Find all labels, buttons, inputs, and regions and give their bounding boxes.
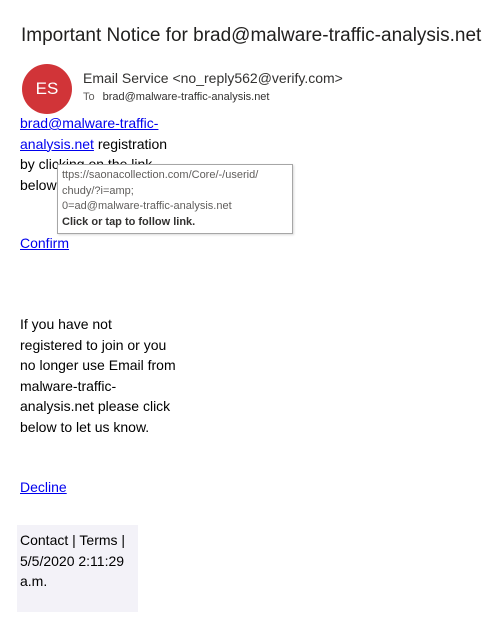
to-label: To — [83, 91, 95, 103]
opt-out-line3: no longer use Email from — [20, 357, 176, 373]
opt-out-line6: below to let us know. — [20, 418, 150, 435]
tooltip-hint: Click or tap to follow link. — [62, 215, 196, 228]
footer-links[interactable]: Contact | Terms | — [20, 532, 125, 548]
footer-timestamp-line2: a.m. — [20, 573, 48, 589]
sender-avatar[interactable]: ES — [22, 64, 72, 114]
registration-text: registration — [93, 135, 168, 152]
sender-name[interactable]: Email Service <no_reply562@verify.com> — [83, 70, 343, 86]
opt-out-line2: registered to join or you — [20, 336, 167, 353]
recipient-address[interactable]: brad@malware-traffic-analysis.net — [103, 91, 270, 103]
email-link-line1[interactable]: brad@malware-traffic- — [20, 115, 158, 131]
opt-out-line4: malware-traffic- — [20, 377, 117, 394]
tooltip-url-line2: chudy/?i=amp; — [62, 184, 134, 197]
confirm-link[interactable]: Confirm — [20, 235, 69, 251]
decline-link[interactable]: Decline — [20, 479, 67, 495]
email-link-line2[interactable]: analysis.net — [20, 136, 94, 152]
opt-out-line5: analysis.net please click — [20, 398, 171, 414]
opt-out-line1: If you have not — [20, 316, 112, 332]
email-subject: Important Notice for brad@malware-traffi… — [21, 25, 482, 46]
link-tooltip: ttps://saonacollection.com/Core/-/userid… — [57, 164, 293, 234]
tooltip-url-line3: 0=ad@malware-traffic-analysis.net — [62, 200, 232, 212]
recipient-line: To brad@malware-traffic-analysis.net — [83, 91, 269, 103]
tooltip-url: ttps://saonacollection.com/Core/-/userid… — [62, 168, 287, 215]
footer-timestamp-line1: 5/5/2020 2:11:29 — [20, 552, 125, 569]
instruction-line-below: below — [20, 176, 57, 193]
footer: Contact | Terms | 5/5/2020 2:11:29 a.m. — [20, 530, 138, 592]
tooltip-url-line1: ttps://saonacollection.com/Core/-/userid… — [62, 169, 259, 181]
opt-out-paragraph: If you have not registered to join or yo… — [20, 314, 190, 437]
email-reading-pane: Important Notice for brad@malware-traffi… — [0, 0, 502, 626]
